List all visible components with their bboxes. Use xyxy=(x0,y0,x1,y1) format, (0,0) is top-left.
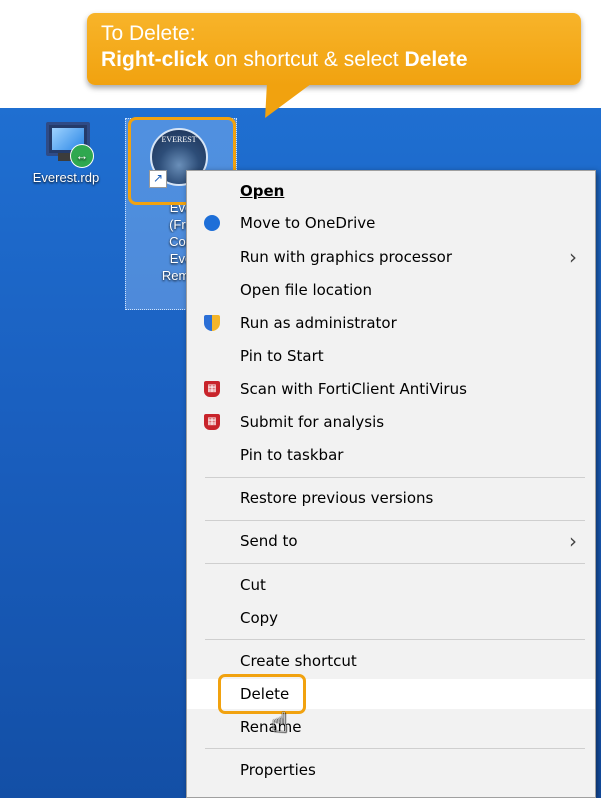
menu-item-open[interactable]: Open xyxy=(187,176,595,206)
menu-item-properties[interactable]: Properties xyxy=(187,755,595,785)
desktop-icon-everest-rdp[interactable]: ↔ Everest.rdp xyxy=(26,122,106,185)
menu-item-move-to-onedrive[interactable]: Move to OneDrive xyxy=(187,208,595,238)
menu-separator xyxy=(205,748,585,749)
callout-text: Right-click on shortcut & select Delete xyxy=(101,48,468,71)
callout-title: To Delete: xyxy=(101,22,196,45)
menu-item-copy[interactable]: Copy xyxy=(187,603,595,633)
menu-item-scan-forticlient[interactable]: ▦ Scan with FortiClient AntiVirus xyxy=(187,374,595,404)
forticlient-icon: ▦ xyxy=(204,414,220,430)
menu-item-open-file-location[interactable]: Open file location xyxy=(187,275,595,305)
menu-item-run-as-administrator[interactable]: Run as administrator xyxy=(187,308,595,338)
menu-item-send-to[interactable]: Send to › xyxy=(187,526,595,556)
remote-desktop-icon: ↔ xyxy=(42,122,94,168)
menu-item-rename[interactable]: Rename xyxy=(187,712,595,742)
menu-item-pin-to-taskbar[interactable]: Pin to taskbar xyxy=(187,440,595,470)
hand-cursor-icon: ☝ xyxy=(271,706,289,739)
instruction-callout: To Delete: Right-click on shortcut & sel… xyxy=(87,13,581,85)
uac-shield-icon xyxy=(204,315,220,331)
menu-separator xyxy=(205,520,585,521)
submenu-arrow-icon: › xyxy=(569,529,577,553)
menu-item-create-shortcut[interactable]: Create shortcut xyxy=(187,646,595,676)
menu-separator xyxy=(205,477,585,478)
onedrive-icon xyxy=(204,215,220,231)
menu-item-cut[interactable]: Cut xyxy=(187,570,595,600)
menu-separator xyxy=(205,639,585,640)
menu-item-submit-for-analysis[interactable]: ▦ Submit for analysis xyxy=(187,407,595,437)
highlight-delete-box xyxy=(218,674,306,714)
menu-item-restore-previous-versions[interactable]: Restore previous versions xyxy=(187,483,595,513)
menu-item-pin-to-start[interactable]: Pin to Start xyxy=(187,341,595,371)
submenu-arrow-icon: › xyxy=(569,245,577,269)
desktop-icon-label: Everest.rdp xyxy=(32,170,100,185)
menu-item-run-with-graphics-processor[interactable]: Run with graphics processor › xyxy=(187,242,595,272)
menu-separator xyxy=(205,563,585,564)
forticlient-icon: ▦ xyxy=(204,381,220,397)
